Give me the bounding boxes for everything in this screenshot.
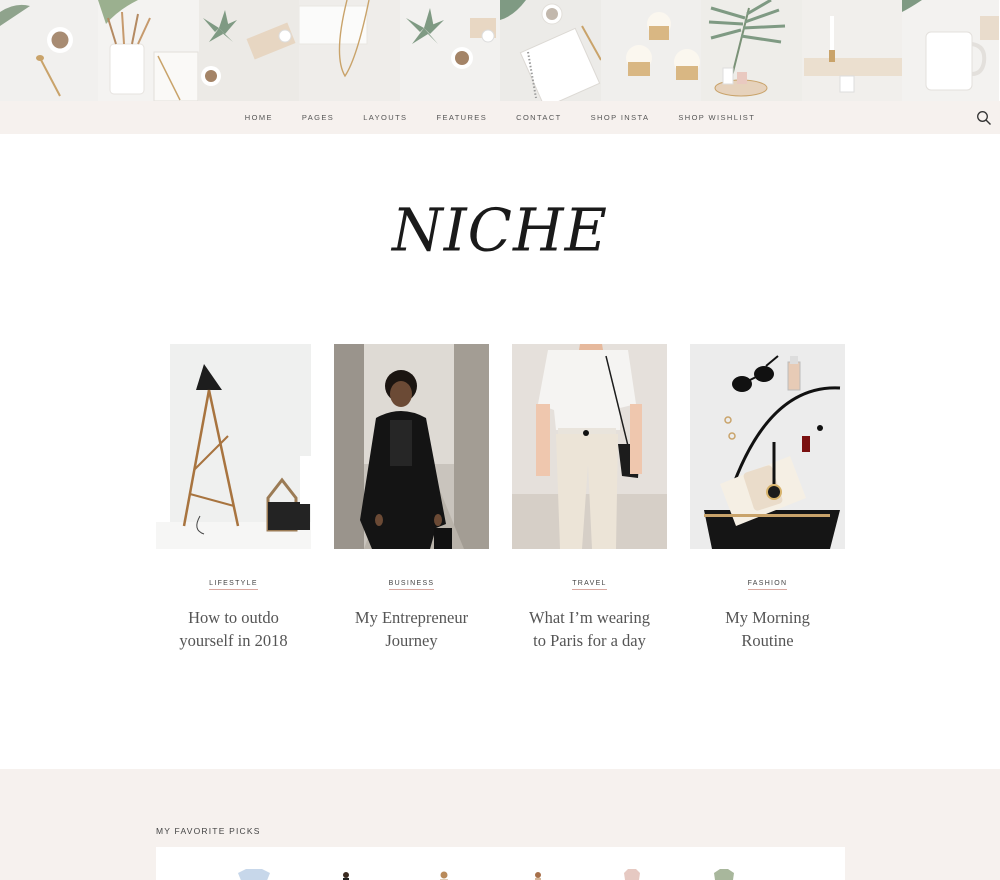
- succulent-desk-photo: [200, 10, 296, 86]
- post-card: LIFESTYLE How to outdo yourself in 2018: [156, 344, 311, 652]
- instagram-tile-palm-leaf[interactable]: [701, 0, 802, 101]
- instagram-tile-succulent-desk[interactable]: [198, 0, 299, 101]
- nav-item-layouts[interactable]: LAYOUTS: [363, 113, 407, 122]
- pick-item[interactable]: [712, 869, 742, 880]
- picks-widget: [156, 847, 845, 880]
- pencil-cup-photo: [98, 0, 199, 101]
- post-card: FASHION My Morning Routine: [690, 344, 845, 652]
- shirt-product-image: [238, 869, 270, 880]
- instagram-feed-strip: [0, 0, 1000, 101]
- post-category: LIFESTYLE: [156, 572, 311, 590]
- nav-item-home[interactable]: HOME: [245, 113, 273, 122]
- floral-top-product-image: [714, 869, 734, 880]
- white-outfit-photo: [512, 344, 667, 549]
- post-title[interactable]: My Morning Routine: [690, 606, 845, 652]
- featured-posts: LIFESTYLE How to outdo yourself in 2018 …: [156, 344, 845, 684]
- category-link[interactable]: TRAVEL: [572, 580, 607, 590]
- search-button[interactable]: [976, 110, 992, 126]
- category-link[interactable]: LIFESTYLE: [209, 580, 258, 590]
- cupcakes-photo: [625, 12, 700, 80]
- coffee-and-leaves-photo: [0, 4, 73, 97]
- pick-item[interactable]: [532, 869, 562, 880]
- post-card: TRAVEL What I’m wearing to Paris for a d…: [512, 344, 667, 652]
- succulent-coffee-photo: [405, 8, 496, 69]
- category-link[interactable]: BUSINESS: [388, 580, 435, 590]
- instagram-tile-notebook[interactable]: [500, 0, 601, 101]
- handbag-flatlay-photo: [690, 344, 845, 549]
- instagram-tile-white-mug[interactable]: [902, 0, 999, 101]
- nav-item-shop-wishlist[interactable]: SHOP WISHLIST: [678, 113, 755, 122]
- post-image-link[interactable]: [156, 344, 311, 549]
- nav-item-features[interactable]: FEATURES: [436, 113, 487, 122]
- section-heading: MY FAVORITE PICKS: [156, 826, 261, 836]
- marble-necklace-photo: [299, 0, 370, 78]
- pick-item[interactable]: [438, 869, 468, 880]
- site-logo[interactable]: NICHE: [0, 195, 1000, 264]
- dress-product-image: [624, 869, 640, 880]
- palm-leaf-photo: [708, 0, 786, 97]
- pick-item[interactable]: [620, 869, 650, 880]
- instagram-tile-succulent-coffee[interactable]: [399, 0, 500, 101]
- pick-item[interactable]: [236, 869, 270, 880]
- nav-item-shop-insta[interactable]: SHOP INSTA: [591, 113, 650, 122]
- search-icon: [977, 111, 991, 125]
- instagram-tile-cupcakes[interactable]: [600, 0, 701, 101]
- post-category: TRAVEL: [512, 572, 667, 590]
- post-category: FASHION: [690, 572, 845, 590]
- nav-item-contact[interactable]: CONTACT: [516, 113, 562, 122]
- post-image-link[interactable]: [690, 344, 845, 549]
- woman-street-photo: [334, 344, 489, 549]
- nav-item-pages[interactable]: PAGES: [302, 113, 334, 122]
- white-mug-photo: [902, 0, 999, 91]
- post-title[interactable]: How to outdo yourself in 2018: [156, 606, 311, 652]
- notebook-photo: [500, 0, 601, 101]
- post-category: BUSINESS: [334, 572, 489, 590]
- instagram-tile-marble-necklace[interactable]: [299, 0, 400, 101]
- model-product-image: [535, 872, 541, 880]
- candle-tray-photo: [803, 16, 902, 93]
- post-image-link[interactable]: [334, 344, 489, 549]
- post-image-link[interactable]: [512, 344, 667, 549]
- main-navigation: HOME PAGES LAYOUTS FEATURES CONTACT SHOP…: [0, 101, 1000, 134]
- category-link[interactable]: FASHION: [747, 580, 788, 590]
- instagram-tile-coffee-and-leaves[interactable]: [0, 0, 98, 101]
- favorite-picks-section: MY FAVORITE PICKS: [0, 769, 1000, 880]
- model-product-image: [440, 871, 448, 880]
- pick-item[interactable]: [340, 869, 370, 880]
- instagram-tile-candle-tray[interactable]: [801, 0, 902, 101]
- floor-lamp-photo: [156, 344, 311, 549]
- model-product-image: [343, 872, 349, 880]
- post-title[interactable]: What I’m wearing to Paris for a day: [512, 606, 667, 652]
- nav-menu: HOME PAGES LAYOUTS FEATURES CONTACT SHOP…: [0, 101, 1000, 134]
- post-card: BUSINESS My Entrepreneur Journey: [334, 344, 489, 652]
- instagram-tile-pencil-cup[interactable]: [98, 0, 199, 101]
- post-title[interactable]: My Entrepreneur Journey: [334, 606, 489, 652]
